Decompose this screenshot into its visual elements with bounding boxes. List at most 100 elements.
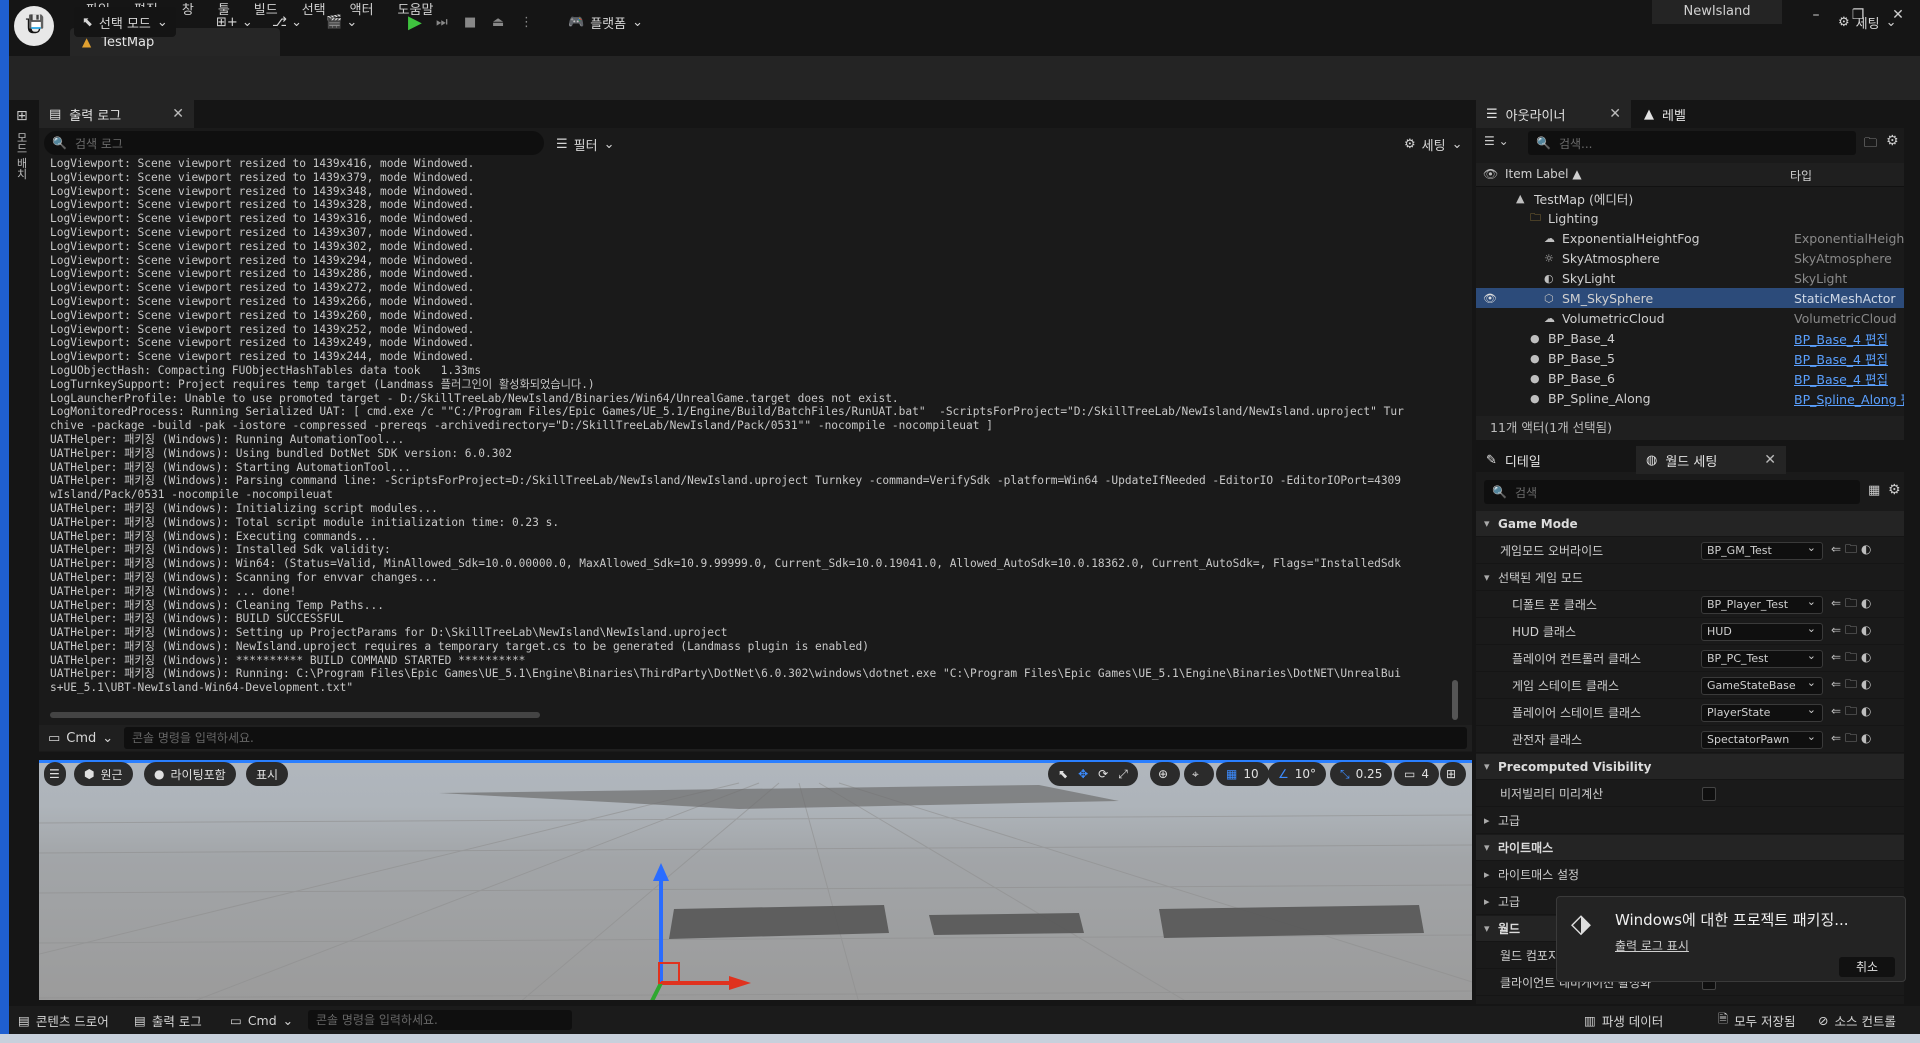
stop-button[interactable]: ■ [456, 7, 484, 37]
save-icon[interactable]: 💾 [20, 7, 52, 37]
grid-snap-button[interactable]: ▦ 10 [1216, 762, 1269, 786]
rotate-tool-icon[interactable]: ⟳ [1098, 767, 1108, 781]
translate-tool-icon[interactable]: ✥ [1078, 767, 1088, 781]
class-dropdown[interactable]: BP_GM_Test [1701, 540, 1823, 560]
outliner-row[interactable]: ● BP_Base_6 BP_Base_4 편집 [1476, 368, 1904, 388]
console-command-input[interactable]: 콘솔 명령을 입력하세요. [124, 727, 1467, 749]
browse-asset-icon[interactable]: ⇐🗀◐ [1831, 594, 1876, 615]
surface-snap-toggle[interactable]: ⌖ [1184, 762, 1214, 786]
close-icon[interactable]: ✕ [1609, 106, 1621, 122]
details-search-input[interactable]: 🔍 검색 [1484, 480, 1860, 504]
outliner-tab[interactable]: ☰ 아웃라이너 ✕ [1476, 100, 1631, 128]
close-icon[interactable]: ✕ [1764, 452, 1776, 468]
log-horizontal-scrollbar[interactable] [50, 712, 540, 718]
close-icon[interactable]: ✕ [172, 106, 184, 122]
scale-snap-button[interactable]: ⤡ 0.25 [1330, 762, 1393, 786]
play-button[interactable]: ▶ [400, 7, 430, 37]
output-log-button[interactable]: ▤ 출력 로그 [134, 1010, 202, 1030]
outliner-row[interactable]: ☁ VolumetricCloud VolumetricCloud [1476, 308, 1904, 328]
source-control-button[interactable]: ⊘ 소스 컨트롤 [1818, 1010, 1896, 1030]
chevron-down-icon[interactable]: ▾ [1484, 760, 1490, 773]
outliner-row[interactable]: 🗀 Lighting [1476, 208, 1904, 228]
chevron-down-icon[interactable]: ▾ [1484, 841, 1490, 854]
levels-tab[interactable]: ▲ 레벨 [1634, 100, 1696, 128]
details-row[interactable]: ▸ 라이트매스 설정 [1476, 862, 1904, 888]
checkbox[interactable] [1702, 786, 1716, 801]
browse-asset-icon[interactable]: ⇐🗀◐ [1831, 621, 1876, 642]
step-button[interactable]: ⏭ [428, 7, 456, 37]
derived-data-button[interactable]: ▥ 파생 데이터 [1584, 1010, 1663, 1030]
class-dropdown[interactable]: PlayerState [1701, 702, 1823, 722]
browse-asset-icon[interactable]: ⇐🗀◐ [1831, 675, 1876, 696]
outliner-search-input[interactable]: 🔍 검색... [1528, 131, 1856, 155]
select-tool-icon[interactable]: ⬉ [1058, 767, 1068, 781]
outliner-row[interactable]: ● BP_Base_5 BP_Base_4 편집 [1476, 348, 1904, 368]
show-button[interactable]: 표시 [246, 762, 289, 786]
browse-asset-icon[interactable]: ⇐🗀◐ [1831, 648, 1876, 669]
chevron-right-icon[interactable]: ▸ [1484, 868, 1490, 881]
edit-blueprint-link[interactable]: BP_Spline_Along 편 [1794, 389, 1904, 408]
settings-button[interactable]: ⚙ 세팅 ⌄ [1830, 7, 1904, 37]
chevron-down-icon[interactable]: ▾ [1484, 571, 1490, 584]
details-tab[interactable]: ✎ 디테일 [1476, 446, 1551, 474]
class-dropdown[interactable]: GameStateBase [1701, 675, 1823, 695]
outliner-row[interactable]: ◐ SkyLight SkyLight [1476, 268, 1904, 288]
details-row[interactable]: ▾ 라이트매스 [1476, 835, 1904, 861]
camera-speed-button[interactable]: ▭ 4 [1394, 762, 1439, 786]
class-dropdown[interactable]: BP_PC_Test [1701, 648, 1823, 668]
status-cmd-selector[interactable]: ▭ Cmd ⌄ [230, 1010, 293, 1030]
outliner-filter-icon[interactable]: ☰ ⌄ [1484, 134, 1509, 148]
browse-asset-icon[interactable]: ⇐🗀◐ [1831, 540, 1876, 561]
chevron-right-icon[interactable]: ▸ [1484, 895, 1490, 908]
browse-asset-icon[interactable]: ⇐🗀◐ [1831, 729, 1876, 750]
cmd-selector[interactable]: ▭ Cmd ⌄ [40, 723, 121, 753]
class-dropdown[interactable]: SpectatorPawn [1701, 729, 1823, 749]
outliner-row[interactable]: ● BP_Base_4 BP_Base_4 편집 [1476, 328, 1904, 348]
world-local-toggle[interactable]: ⊕ [1150, 762, 1180, 786]
log-text-area[interactable]: LogViewport: Scene viewport resized to 1… [40, 157, 1450, 720]
place-actors-icon[interactable]: ⊞ [16, 108, 28, 124]
outliner-row[interactable]: 👁 ⬡ SM_SkySphere StaticMeshActor [1476, 288, 1904, 308]
details-row[interactable]: ▾ Game Mode [1476, 511, 1904, 537]
item-label-column[interactable]: Item Label ▲ [1505, 167, 1582, 181]
eye-icon[interactable]: 👁 [1483, 292, 1497, 305]
log-settings-button[interactable]: ⚙ 세팅 ⌄ [1396, 129, 1470, 159]
edit-blueprint-link[interactable]: BP_Base_4 편집 [1794, 349, 1904, 368]
details-row[interactable]: ▾ Precomputed Visibility [1476, 754, 1904, 780]
class-dropdown[interactable]: HUD [1701, 621, 1823, 641]
log-search-input[interactable]: 🔍 검색 로그 [44, 131, 544, 155]
details-row[interactable]: ▾ 선택된 게임 모드 [1476, 565, 1904, 591]
gear-icon[interactable]: ⚙ [1886, 133, 1899, 149]
cancel-button[interactable]: 취소 [1839, 957, 1895, 977]
details-row[interactable]: ▸ 고급 [1476, 808, 1904, 834]
show-output-log-link[interactable]: 출력 로그 표시 [1615, 937, 1689, 954]
chevron-down-icon[interactable]: ▾ [1484, 922, 1490, 935]
log-vertical-scrollbar[interactable] [1452, 680, 1458, 720]
blueprint-button[interactable]: ⎇ ⌄ [264, 7, 310, 37]
browse-asset-icon[interactable]: ⇐🗀◐ [1831, 702, 1876, 723]
edit-blueprint-link[interactable]: BP_Base_4 편집 [1794, 369, 1904, 388]
type-column[interactable]: 타입 [1790, 167, 1812, 184]
outliner-row[interactable]: ● BP_Spline_Along BP_Spline_Along 편 [1476, 388, 1904, 408]
save-all-button[interactable]: 🗎 모두 저장됨 [1718, 1010, 1796, 1030]
level-viewport[interactable] [39, 760, 1472, 1000]
eject-button[interactable]: ⏏ [484, 7, 512, 37]
outliner-row[interactable]: ☁ ExponentialHeightFog ExponentialHeightF [1476, 228, 1904, 248]
outliner-row[interactable]: ▲ TestMap (에디터) [1476, 188, 1904, 208]
perspective-button[interactable]: ⬢ 원근 [74, 762, 133, 786]
rotation-snap-button[interactable]: ∠ 10° [1268, 762, 1327, 786]
select-mode-button[interactable]: ⬉ 선택 모드 ⌄ [74, 7, 176, 37]
add-actor-button[interactable]: ⊞+ ⌄ [208, 7, 261, 37]
status-console-input[interactable]: 콘솔 명령을 입력하세요. [308, 1010, 572, 1030]
chevron-down-icon[interactable]: ▾ [1484, 517, 1490, 530]
output-log-tab[interactable]: ▤ 출력 로그 ✕ [39, 100, 194, 128]
chevron-right-icon[interactable]: ▸ [1484, 814, 1490, 827]
edit-blueprint-link[interactable]: BP_Base_4 편집 [1794, 329, 1904, 348]
table-view-icon[interactable]: ▦ [1868, 483, 1880, 498]
filter-button[interactable]: ☰ 필터 ⌄ [548, 129, 622, 159]
class-dropdown[interactable]: BP_Player_Test [1701, 594, 1823, 614]
world-settings-tab[interactable]: ◍ 월드 세팅 ✕ [1636, 446, 1786, 474]
outliner-row[interactable]: ☼ SkyAtmosphere SkyAtmosphere [1476, 248, 1904, 268]
content-drawer-button[interactable]: ▤ 콘텐츠 드로어 [18, 1010, 109, 1030]
viewport-menu-button[interactable]: ☰ [44, 762, 66, 786]
